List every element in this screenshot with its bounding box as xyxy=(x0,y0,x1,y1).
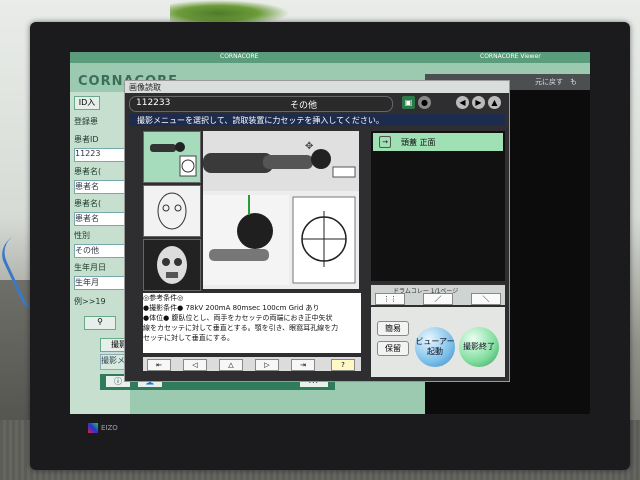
viewer-launch-button[interactable]: ビューアー 起動 xyxy=(415,327,455,367)
label-sex: 性別 xyxy=(74,231,90,240)
search-button[interactable]: ⚲ xyxy=(84,316,116,330)
page-next-button[interactable]: ＼ xyxy=(471,293,501,305)
thumbnail-skull-diagram[interactable] xyxy=(143,185,201,237)
save-icon[interactable]: ▣ xyxy=(402,96,415,109)
skull-xray-image xyxy=(157,246,187,284)
tab-id-input[interactable]: ID入 xyxy=(74,96,100,110)
thumbnail-list xyxy=(143,131,201,291)
warning-icon[interactable]: ▲ xyxy=(488,96,501,109)
menu-item-skull-front[interactable]: → 頭蓋 正面 xyxy=(373,133,503,151)
viewer-title: CORNACORE Viewer xyxy=(480,53,541,60)
patient-id-field[interactable]: 11223 xyxy=(74,148,128,162)
nav-next-button[interactable]: ▷ xyxy=(255,359,279,371)
thumbnail-skull-xray[interactable] xyxy=(143,239,201,291)
patient-category: その他 xyxy=(290,101,318,111)
description-line: ◎参考条件◎ xyxy=(143,294,184,302)
sex-field[interactable]: その他 xyxy=(74,244,128,258)
patient-id-bar: 112233 その他 xyxy=(129,96,393,112)
label-patient-name: 患者名( xyxy=(74,167,102,176)
description-line: 線をカセッテに対して垂直とする。顎を引き、眼窩耳孔線を力 xyxy=(143,324,339,332)
eizo-logo-icon xyxy=(88,423,98,433)
viewer-launch-label: ビューアー 起動 xyxy=(415,337,455,356)
end-shooting-button[interactable]: 撮影終了 xyxy=(459,327,499,367)
label-patient-id: 患者ID xyxy=(74,135,99,144)
nav-up-button[interactable]: △ xyxy=(219,359,243,371)
prone-pose-image xyxy=(150,142,197,177)
nav-prev-button[interactable]: ◁ xyxy=(183,359,207,371)
shooting-menu-list: → 頭蓋 正面 xyxy=(371,131,505,281)
description-line: ●撮影条件● 78kV 200mA 80msec 100cm Grid あり xyxy=(143,304,320,312)
patient-id-value: 112233 xyxy=(136,98,171,108)
nav-first-button[interactable]: ⇤ xyxy=(147,359,171,371)
dialog-title: 画像読取 xyxy=(129,83,161,92)
description-line: セッテに対して垂直にする。 xyxy=(143,334,234,342)
help-button[interactable]: ? xyxy=(331,359,355,371)
instruction-bar: 撮影メニューを選択して、読取装置に力セッテを挿入してください。 xyxy=(129,114,505,126)
technique-description: ◎参考条件◎ ●撮影条件● 78kV 200mA 80msec 100cm Gr… xyxy=(143,293,361,353)
birthdate-example: 例>>19 xyxy=(74,297,106,306)
app-title: CORNACORE xyxy=(220,53,259,60)
nav-last-button[interactable]: ⇥ xyxy=(291,359,315,371)
dialog-icon-bar: ▣ ● ◀ ▶ ▲ xyxy=(400,95,505,111)
label-registration: 登録患 xyxy=(74,117,98,126)
patient-name-field[interactable]: 患者名 xyxy=(74,180,128,194)
birthdate-field[interactable]: 生年月 xyxy=(74,276,128,290)
label-birthdate: 生年月日 xyxy=(74,263,106,272)
monitor-screen: CORNACORE CORNACORE Viewer CORNACORE ID入… xyxy=(70,52,590,414)
back-icon[interactable]: ◀ xyxy=(456,96,469,109)
menu-pager: ドラムコレー 1/1ページ ⋮⋮ ／ ＼ xyxy=(371,285,505,305)
skull-diagram-image xyxy=(157,192,187,230)
positioning-illustration xyxy=(203,131,359,285)
image-read-dialog: 画像読取 112233 その他 ▣ ● ◀ ▶ ▲ 撮影メニューを選択して、読取… xyxy=(124,80,510,382)
monitor-logo: EIZO xyxy=(88,423,118,433)
positioning-preview xyxy=(203,131,359,289)
instruction-text: 撮影メニューを選択して、読取装置に力セッテを挿入してください。 xyxy=(137,116,384,125)
menu-item-label: 頭蓋 正面 xyxy=(401,138,436,147)
preview-navigation: ⇤ ◁ △ ▷ ⇥ ? xyxy=(143,357,361,371)
simple-button[interactable]: 簡易 xyxy=(377,321,409,336)
forward-icon[interactable]: ▶ xyxy=(472,96,485,109)
hold-button[interactable]: 保留 xyxy=(377,341,409,356)
page-prev-button[interactable]: ／ xyxy=(423,293,453,305)
move-cursor-icon: ✥ xyxy=(305,141,314,152)
thumbnail-prone[interactable] xyxy=(143,131,201,183)
monitor-brand-text: EIZO xyxy=(101,424,118,432)
undo-button[interactable]: 元に戻す xyxy=(535,77,563,87)
arrow-icon: → xyxy=(379,136,391,148)
dialog-titlebar: 画像読取 xyxy=(125,81,509,93)
gear-icon[interactable]: ● xyxy=(418,96,431,109)
viewer-button-2[interactable]: も xyxy=(570,77,577,87)
patient-name-kana-field[interactable]: 患者名 xyxy=(74,212,128,226)
action-panel: 簡易 保留 ビューアー 起動 撮影終了 xyxy=(371,307,505,377)
end-shooting-label: 撮影終了 xyxy=(463,342,495,351)
background-titlebar: CORNACORE CORNACORE Viewer xyxy=(70,52,590,63)
plant-leaves xyxy=(170,0,290,22)
description-line: ●体位● 腹臥位とし、両手をカセッテの両端におき正中矢状 xyxy=(143,314,333,322)
label-patient-name-kana: 患者名( xyxy=(74,199,102,208)
grid-view-button[interactable]: ⋮⋮ xyxy=(375,293,405,305)
